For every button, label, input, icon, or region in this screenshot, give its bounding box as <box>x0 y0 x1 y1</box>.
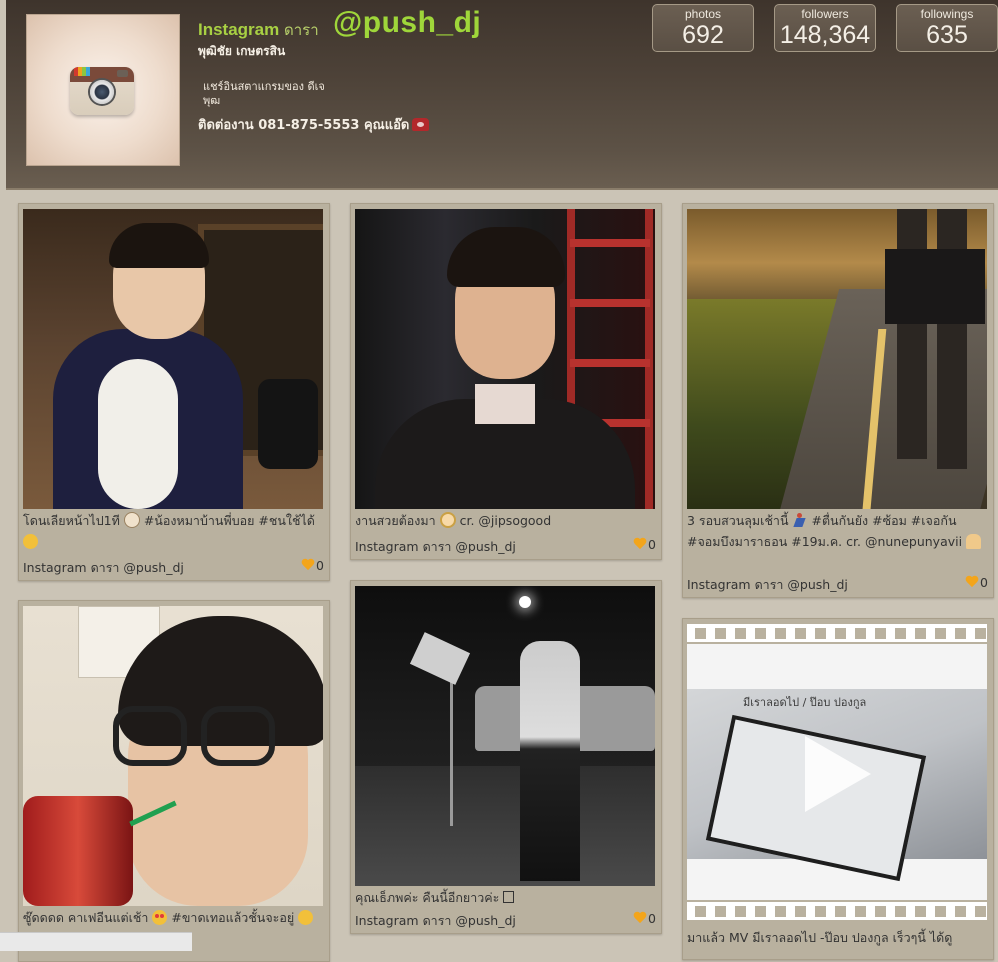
post-author[interactable]: Instagram ดารา @push_dj <box>355 537 516 557</box>
smile-emoji-icon <box>23 534 38 549</box>
likes-count: 0 <box>316 558 324 573</box>
post-likes[interactable]: 0 <box>633 911 656 926</box>
play-icon[interactable] <box>805 736 871 812</box>
post-caption: ซู๊ดดดด คาเฟอีนแต่เช้า #ขาดเทอแล้วชั้นจะ… <box>23 907 323 928</box>
caption-text: 3 รอบสวนลุมเช้านี้ <box>687 513 789 528</box>
film-strip-top <box>687 624 987 642</box>
runner-emoji-icon <box>792 513 807 528</box>
post-author[interactable]: Instagram ดารา @push_dj <box>355 911 516 931</box>
post-card[interactable]: ซู๊ดดดด คาเฟอีนแต่เช้า #ขาดเทอแล้วชั้นจะ… <box>18 600 330 962</box>
brand-bold: Instagram <box>198 20 280 39</box>
post-card[interactable]: 3 รอบสวนลุมเช้านี้ #ตื่นกันยัง #ซ้อม #เจ… <box>682 203 994 598</box>
caption-text: โดนเลียหน้าไป1ที <box>23 513 120 528</box>
post-likes[interactable]: 0 <box>301 558 324 573</box>
caption-text: งานสวยต้องมา <box>355 513 436 528</box>
brand-sub: ดารา <box>283 22 319 39</box>
caption-text: ซู๊ดดดด คาเฟอีนแต่เช้า <box>23 910 149 925</box>
telephone-icon <box>412 118 430 131</box>
profile-bio: แชร์อินสตาแกรมของ ดีเจพุฒ <box>203 80 325 107</box>
likes-count: 0 <box>980 575 988 590</box>
post-photo[interactable] <box>23 606 323 906</box>
horizontal-scrollbar[interactable] <box>0 932 192 951</box>
post-photo[interactable] <box>355 209 655 509</box>
profile-avatar[interactable] <box>26 14 180 166</box>
profile-contact: ติดต่องาน 081-875-5553 คุณแอ๊ด <box>198 114 430 135</box>
heart-icon <box>301 559 315 571</box>
stat-followings-value: 635 <box>926 21 968 49</box>
likes-count: 0 <box>648 911 656 926</box>
post-caption: 3 รอบสวนลุมเช้านี้ #ตื่นกันยัง #ซ้อม #เจ… <box>687 510 987 552</box>
stat-followers-value: 148,364 <box>779 21 871 49</box>
video-overlay-title: มีเราลอดไป / ป๊อบ ปองกูล <box>743 696 867 709</box>
post-author[interactable]: Instagram ดารา @push_dj <box>23 558 184 578</box>
profile-header: Instagram ดารา @push_dj พุฒิชัย เกษตรสิน… <box>6 0 998 190</box>
girl-face-emoji-icon <box>439 512 456 528</box>
post-card[interactable]: โดนเลียหน้าไป1ที #น้องหมาบ้านพี่บอย #ชนใ… <box>18 203 330 581</box>
video-thumbnail[interactable]: มีเราลอดไป / ป๊อบ ปองกูล <box>687 644 987 900</box>
post-photo[interactable] <box>355 586 655 886</box>
post-author[interactable]: Instagram ดารา @push_dj <box>687 575 848 595</box>
post-card[interactable]: งานสวยต้องมา cr. @jipsogood Instagram ดา… <box>350 203 662 560</box>
film-strip-bottom <box>687 902 987 920</box>
profile-full-name: พุฒิชัย เกษตรสิน <box>198 44 286 58</box>
post-caption: งานสวยต้องมา cr. @jipsogood <box>355 510 655 531</box>
profile-username[interactable]: @push_dj <box>333 6 481 40</box>
video-post-card[interactable]: มีเราลอดไป / ป๊อบ ปองกูล มาแล้ว MV มีเรา… <box>682 618 994 960</box>
post-photo[interactable] <box>23 209 323 509</box>
dog-face-emoji-icon <box>123 512 140 528</box>
instagram-camera-icon <box>70 67 134 115</box>
post-caption: มาแล้ว MV มีเราลอดไป -ป๊อบ ปองกูล เร็วๆน… <box>687 930 953 945</box>
heart-icon <box>633 912 647 924</box>
post-photo[interactable] <box>687 209 987 509</box>
post-likes[interactable]: 0 <box>965 575 988 590</box>
caption-text: คุณเธ็ภพค่ะ คืนนี้อีกยาวค่ะ <box>355 890 500 905</box>
stat-followings[interactable]: followings 635 <box>896 4 998 52</box>
site-brand[interactable]: Instagram ดารา <box>198 18 319 42</box>
heart-icon <box>965 576 979 588</box>
heart-eyes-emoji-icon <box>152 910 168 925</box>
stat-followings-label: followings <box>920 7 974 21</box>
stat-followers-label: followers <box>801 7 849 21</box>
likes-count: 0 <box>648 537 656 552</box>
heart-icon <box>633 538 647 550</box>
post-card[interactable]: คุณเธ็ภพค่ะ คืนนี้อีกยาวค่ะ Instagram ดา… <box>350 580 662 934</box>
caption-tail: #ขาดเทอแล้วชั้นจะอยู่ <box>171 910 295 925</box>
missing-glyph-icon <box>503 891 515 903</box>
post-caption: โดนเลียหน้าไป1ที #น้องหมาบ้านพี่บอย #ชนใ… <box>23 510 323 552</box>
contact-text: ติดต่องาน 081-875-5553 คุณแอ๊ด <box>198 118 410 133</box>
caption-tail: cr. @jipsogood <box>459 513 552 528</box>
stat-followers[interactable]: followers 148,364 <box>774 4 876 52</box>
caption-tail: #น้องหมาบ้านพี่บอย #ชนใช้ได้ <box>143 513 315 528</box>
smile-emoji-icon <box>298 910 314 925</box>
folded-hands-emoji-icon <box>966 534 982 549</box>
stat-photos[interactable]: photos 692 <box>652 4 754 52</box>
stat-photos-label: photos <box>684 7 722 21</box>
post-likes[interactable]: 0 <box>633 537 656 552</box>
stat-photos-value: 692 <box>682 21 724 49</box>
post-caption: คุณเธ็ภพค่ะ คืนนี้อีกยาวค่ะ <box>355 887 655 908</box>
